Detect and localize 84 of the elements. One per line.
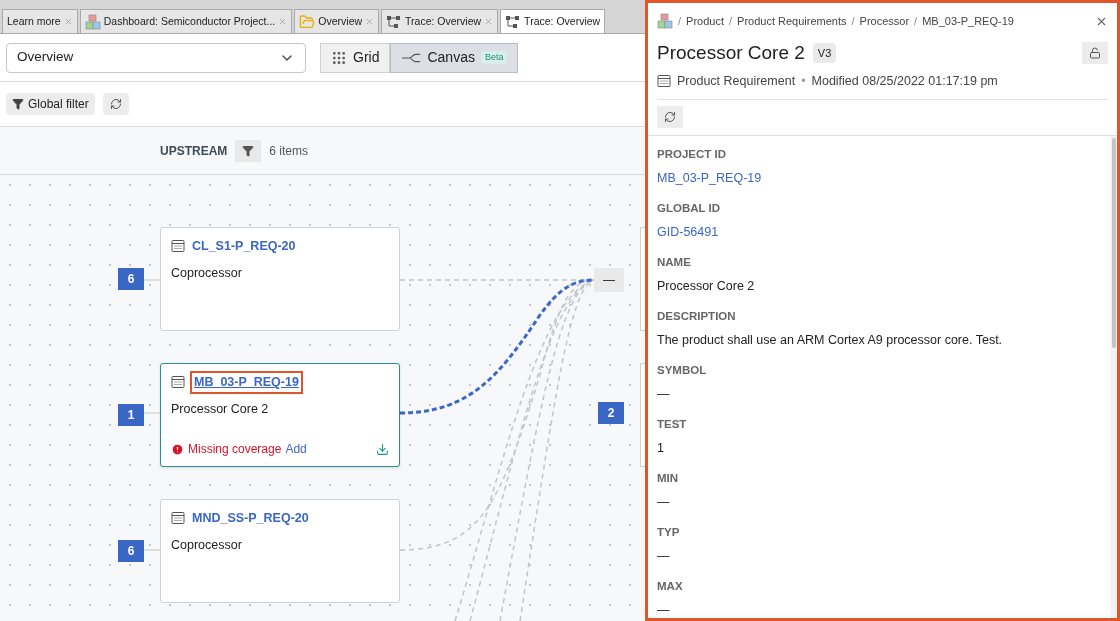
requirement-name: Processor Core 2 (171, 400, 270, 418)
requirement-card[interactable]: MND_SS-P_REQ-20 Coprocessor (160, 499, 400, 603)
requirement-link[interactable]: MB_03-P_REQ-19 (192, 373, 301, 392)
requirement-card[interactable]: MB_03-P_REQ-19 Processor Core 2 Missing coverage Add (160, 363, 400, 467)
tab[interactable]: Trace: Overview (381, 9, 499, 33)
document-icon (657, 74, 671, 89)
download-icon[interactable] (376, 442, 389, 456)
collapse-button[interactable]: — (594, 268, 624, 292)
tab[interactable]: Overview (294, 9, 380, 33)
breadcrumb-separator: / (729, 14, 733, 29)
field-value: — (657, 548, 671, 565)
global-filter-button[interactable]: Global filter (6, 93, 95, 115)
field-label: TEST (657, 416, 688, 432)
breadcrumb-separator: / (851, 14, 855, 29)
view-mode-button[interactable]: Canvas Beta (390, 42, 519, 73)
warning-text: Missing coverage (188, 441, 282, 458)
mode-label: Canvas (427, 48, 475, 67)
field-value: — (657, 602, 671, 618)
field-label: SYMBOL (657, 362, 708, 378)
field-link[interactable]: MB_03-P_REQ-19 (657, 169, 1101, 188)
hierarchy-icon (386, 13, 403, 30)
column-title: UPSTREAM (160, 142, 228, 160)
breadcrumb-link[interactable]: Product Requirements (737, 13, 847, 30)
tab[interactable]: Trace: Overview (500, 9, 606, 33)
field-link[interactable]: GID-56491 (657, 223, 1101, 242)
blocks-icon (657, 13, 673, 30)
view-dropdown[interactable]: Overview (6, 42, 306, 73)
count-badge[interactable]: 6 (118, 540, 144, 562)
breadcrumb-link[interactable]: Processor (859, 13, 910, 30)
breadcrumb-link[interactable]: Product (686, 13, 724, 30)
beta-badge: Beta (480, 50, 508, 65)
requirement-link[interactable]: CL_S1-P_REQ-20 (192, 237, 296, 256)
count-badge[interactable]: 6 (118, 268, 144, 290)
blocks-icon (84, 13, 101, 30)
grid-icon (331, 49, 347, 66)
branch-icon (401, 51, 422, 64)
version-badge: V3 (812, 42, 837, 63)
breadcrumb-link[interactable]: MB_03-P_REQ-19 (922, 13, 1014, 30)
modified-date: Modified 08/25/2022 01:17:19 pm (811, 73, 998, 90)
view-mode-button[interactable]: Grid (320, 42, 391, 73)
separator-dot: • (801, 73, 806, 90)
refresh-button[interactable] (102, 93, 129, 115)
tab[interactable]: Learn more (2, 9, 78, 33)
field-value: The product shall use an ARM Cortex A9 processor core. Test. (657, 332, 1004, 349)
refresh-button[interactable] (657, 105, 683, 128)
field-label: MAX (657, 578, 684, 594)
field-label: MIN (657, 470, 680, 486)
mode-label: Grid (353, 48, 380, 67)
field-value: Processor Core 2 (657, 278, 756, 295)
requirement-name: Coprocessor (171, 536, 243, 554)
unlocked-icon (1089, 46, 1101, 59)
document-icon (171, 239, 185, 254)
hierarchy-icon (505, 13, 522, 30)
breadcrumb-separator: / (914, 14, 918, 29)
item-count: 6 items (269, 142, 309, 160)
add-link[interactable]: Add (285, 440, 307, 458)
field-value: — (657, 386, 671, 403)
item-type: Product Requirement (677, 73, 796, 90)
item-title: Processor Core 2 (657, 40, 805, 65)
field-value: — (657, 494, 671, 511)
count-badge[interactable]: 2 (598, 402, 624, 424)
breadcrumb-separator: / (678, 14, 682, 29)
lock-button[interactable] (1082, 41, 1108, 64)
requirement-name: Coprocessor (171, 264, 243, 282)
refresh-icon (664, 110, 676, 123)
folder-icon (299, 13, 316, 30)
alert-icon (171, 442, 184, 456)
refresh-icon (109, 98, 122, 110)
document-icon (171, 375, 185, 390)
requirement-card[interactable]: CL_S1-P_REQ-20 Coprocessor (160, 227, 400, 331)
requirement-link[interactable]: MND_SS-P_REQ-20 (192, 509, 309, 528)
tab[interactable]: Dashboard: Semiconductor Project... (79, 9, 293, 33)
field-label: DESCRIPTION (657, 308, 737, 324)
count-badge[interactable]: 1 (118, 404, 144, 426)
filter-icon (242, 144, 255, 157)
field-label: NAME (657, 254, 692, 270)
document-icon (171, 511, 185, 526)
field-label: GLOBAL ID (657, 200, 722, 216)
field-label: PROJECT ID (657, 146, 727, 162)
field-value: 1 (657, 440, 665, 457)
field-label: TYP (657, 524, 681, 540)
filter-icon (12, 98, 24, 110)
scrollbar[interactable] (1110, 135, 1117, 618)
column-filter-button[interactable] (235, 139, 262, 162)
